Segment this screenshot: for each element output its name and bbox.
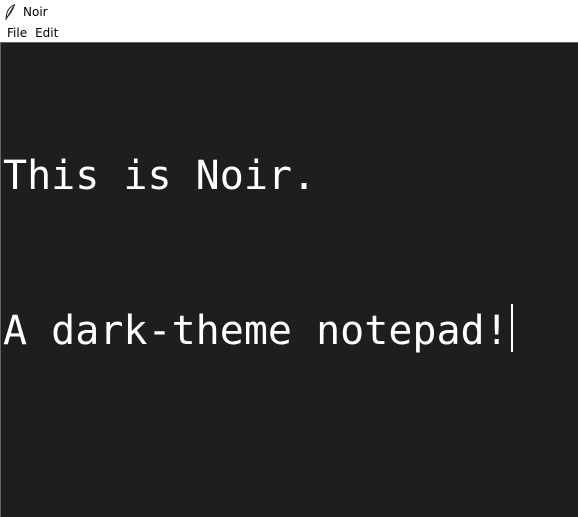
- app-window: Noir File Edit This is Noir. A dark-them…: [0, 0, 578, 517]
- title-bar: Noir: [0, 0, 578, 24]
- feather-icon: [4, 3, 16, 21]
- editor-line-1-text: This is Noir.: [3, 153, 317, 199]
- editor-line-2: A dark-theme notepad!: [3, 304, 578, 355]
- menu-file[interactable]: File: [0, 24, 33, 42]
- text-cursor: [510, 304, 513, 352]
- window-title: Noir: [23, 5, 48, 19]
- editor-line-1: This is Noir.: [3, 151, 578, 202]
- text-editor[interactable]: This is Noir. A dark-theme notepad!: [3, 49, 578, 517]
- menu-bar: File Edit: [0, 24, 578, 42]
- text-editor-area[interactable]: This is Noir. A dark-theme notepad!: [0, 42, 578, 517]
- editor-line-2-text: A dark-theme notepad!: [3, 308, 509, 354]
- menu-edit[interactable]: Edit: [33, 24, 64, 42]
